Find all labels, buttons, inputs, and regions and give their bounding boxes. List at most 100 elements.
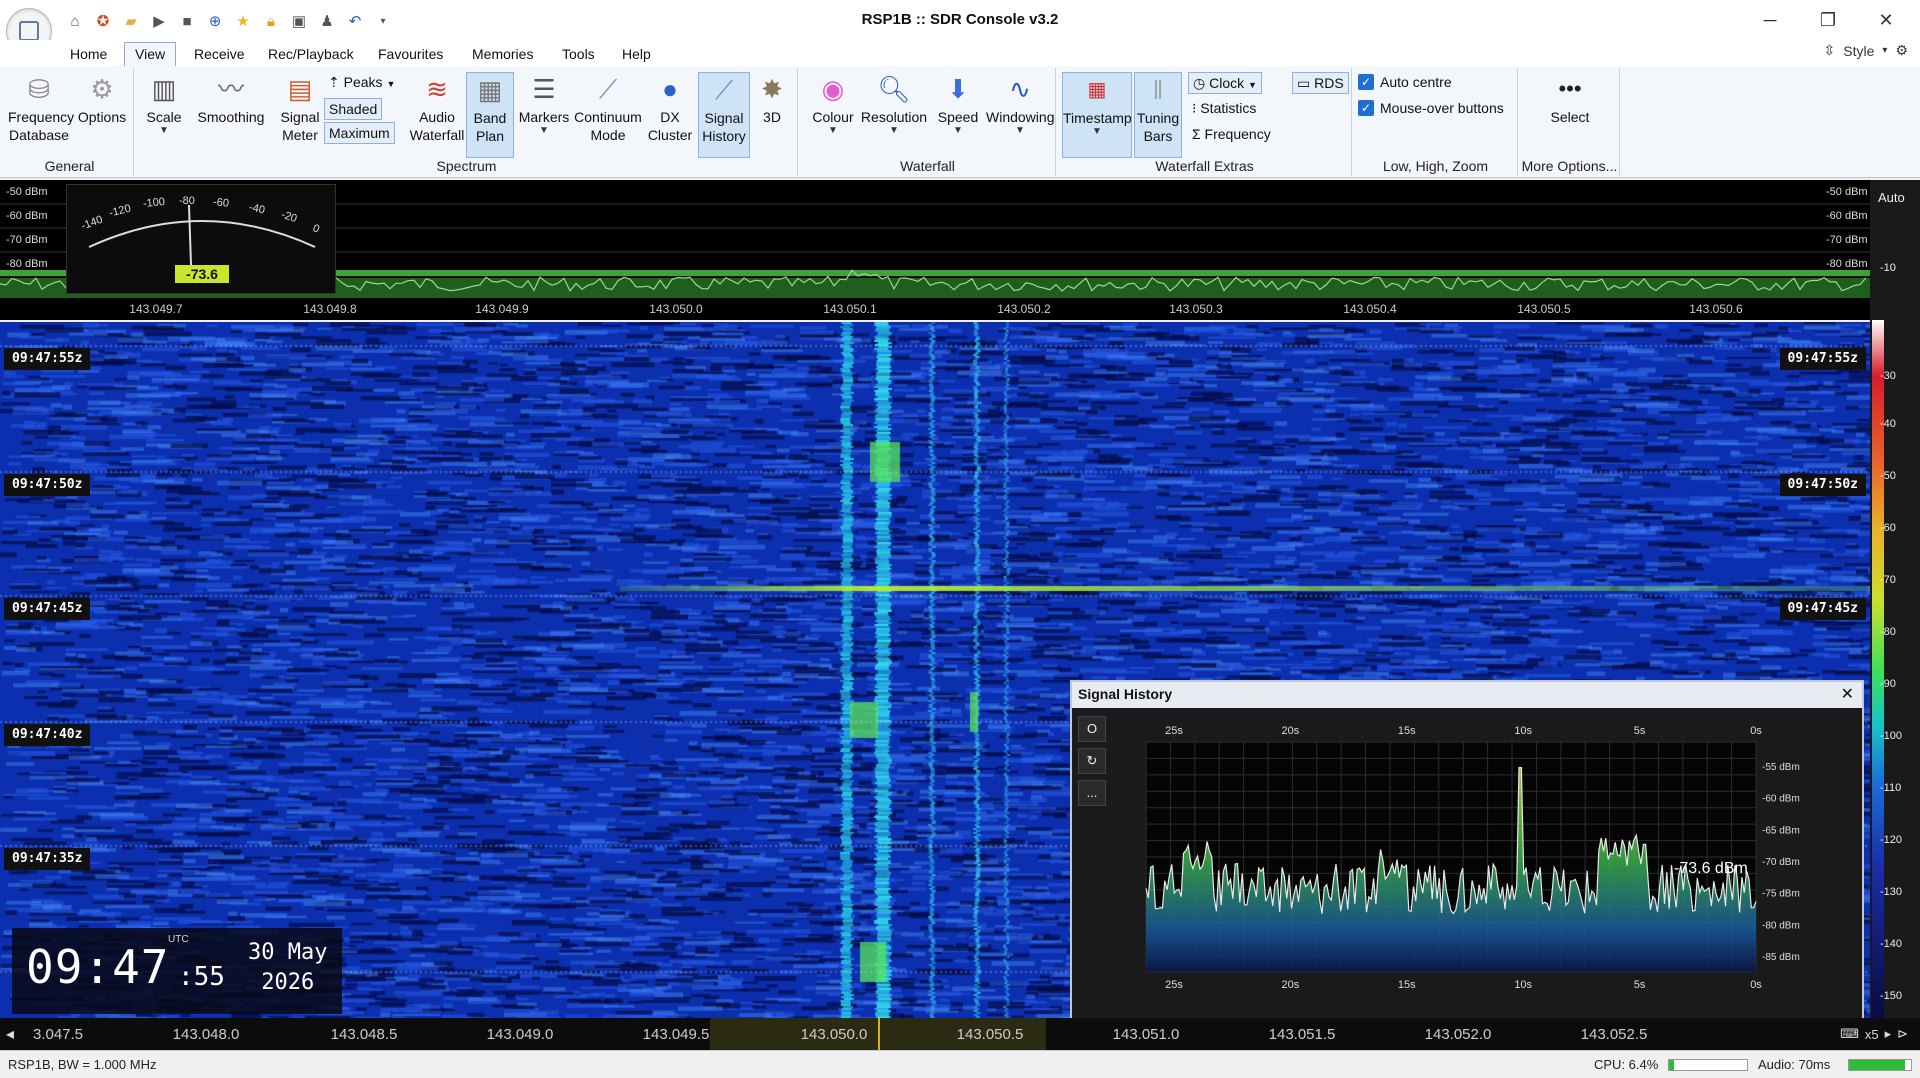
continuum-mode-button[interactable]: ⟋ Continuum Mode [570, 72, 646, 158]
chevron-down-icon: ▼ [539, 125, 549, 136]
chevron-down-icon: ▼ [1248, 80, 1257, 90]
more-options-button[interactable]: ... [1078, 780, 1106, 806]
chevron-down-icon: ▼ [1015, 125, 1025, 136]
frequency-tick: 143.048.5 [330, 1026, 398, 1043]
chevron-down-icon: ▾ [1882, 45, 1888, 56]
style-menu[interactable]: ⇳ Style ▾ ⚙ [1824, 42, 1908, 59]
statistics-icon: ⁝ [1192, 100, 1197, 116]
signal-meter-button[interactable]: ▤ Signal Meter [270, 72, 330, 158]
status-audio: Audio: 70ms [1758, 1057, 1831, 1072]
dbm-axis-label: -85 dBm [1762, 952, 1800, 963]
frequency-tick: 143.052.0 [1424, 1026, 1492, 1043]
scroll-right-icon[interactable]: ⊳ [1897, 1026, 1908, 1042]
markers-button[interactable]: ☰ Markers ▼ [516, 72, 572, 158]
frequency-tick: 143.050.5 [956, 1026, 1024, 1043]
clock-date: 30 May 2026 [248, 938, 327, 998]
tab-favourites[interactable]: Favourites [368, 44, 453, 66]
chevron-down-icon: ▼ [386, 79, 396, 89]
auto-centre-checkbox[interactable]: ✓ Auto centre [1358, 74, 1452, 90]
chevron-down-icon: ▼ [828, 125, 838, 136]
statistics-button[interactable]: ⁝ Statistics [1188, 98, 1260, 120]
group-label-low-high-zoom: Low, High, Zoom [1382, 158, 1489, 174]
resolution-button[interactable]: 🔍︎ Resolution ▼ [858, 72, 930, 158]
mouse-over-buttons-checkbox[interactable]: ✓ Mouse-over buttons [1358, 100, 1504, 116]
check-icon: ✓ [1358, 100, 1374, 116]
timestamp-right: 09:47:50z [1779, 474, 1866, 496]
scale-label: -80 [1880, 626, 1896, 638]
clock-date-year: 2026 [261, 970, 315, 995]
select-button[interactable]: ••• Select [1538, 72, 1602, 158]
scale-button[interactable]: ▥ Scale ▼ [136, 72, 192, 158]
smoothing-button[interactable]: 〰 Smoothing [190, 72, 272, 158]
scale-label: -70 [1880, 574, 1896, 586]
dbm-label-left: -60 dBm [6, 210, 48, 222]
minimize-icon[interactable]: ─ [1750, 6, 1790, 34]
signal-history-icon: ⟋ [714, 75, 734, 105]
dx-cluster-button[interactable]: ● DX Cluster [644, 72, 696, 158]
tab-rec-playback[interactable]: Rec/Playback [258, 44, 364, 66]
group-more-options: ••• Select More Options... [1520, 68, 1620, 176]
frequency-tick: 143.052.5 [1580, 1026, 1648, 1043]
restore-icon[interactable]: ❐ [1808, 6, 1848, 34]
frequency-button[interactable]: Σ Frequency [1188, 124, 1275, 146]
auto-scale-button[interactable]: Auto [1878, 190, 1905, 205]
group-label-waterfall: Waterfall [900, 158, 955, 174]
chevron-right-icon[interactable]: ▸ [1885, 1026, 1892, 1042]
close-icon[interactable]: ✕ [1866, 6, 1906, 34]
group-waterfall: ◉ Colour ▼ 🔍︎ Resolution ▼ ⬇ Speed ▼ ∿ W… [800, 68, 1056, 176]
speed-button[interactable]: ⬇ Speed ▼ [930, 72, 986, 158]
waterfall-frequency-axis[interactable]: ◂ 3.047.5 143.048.0 143.048.5 143.049.0 … [0, 1018, 1920, 1050]
zoom-controls: ⌨ x5 ▸ ⊳ [1840, 1022, 1908, 1046]
tab-help[interactable]: Help [612, 44, 661, 66]
keyboard-icon[interactable]: ⌨ [1840, 1026, 1859, 1042]
signal-history-plot: 25s 25s 20s 20s 15s 15s 10s 10s 5s 5s 0s 0s -55 dBm -… [1145, 725, 1800, 991]
scale-label: -40 [1880, 418, 1896, 430]
check-icon: ✓ [1358, 74, 1374, 90]
time-label-top: 0s [1750, 725, 1762, 737]
3d-icon: ✸ [761, 74, 783, 104]
options-button[interactable]: ⚙ Options [72, 72, 132, 158]
scale-label: -140 [1880, 938, 1903, 950]
gear-icon[interactable]: ⚙ [1895, 42, 1908, 59]
record-button[interactable]: O [1078, 716, 1106, 742]
colour-button[interactable]: ◉ Colour ▼ [804, 72, 862, 158]
tuning-bars-button[interactable]: ‖ Tuning Bars [1134, 72, 1182, 158]
dbm-label-left: -80 dBm [6, 258, 48, 270]
tab-home[interactable]: Home [60, 44, 117, 66]
timestamp-left: 09:47:55z [4, 348, 91, 370]
tab-view[interactable]: View [124, 42, 177, 66]
meter-scale-label: -80 [179, 195, 195, 207]
frequency-tick: 143.051.5 [1268, 1026, 1336, 1043]
signal-history-button[interactable]: ⟋ Signal History [698, 72, 750, 158]
frequency-database-button[interactable]: ⛁ Frequency Database [8, 72, 74, 158]
scroll-left-icon[interactable]: ◂ [6, 1024, 14, 1044]
peaks-button[interactable]: ⇡ Peaks ▼ [324, 72, 399, 94]
audio-waterfall-button[interactable]: ≋ Audio Waterfall [406, 72, 468, 158]
shaded-button[interactable]: Shaded [324, 98, 383, 120]
windowing-button[interactable]: ∿ Windowing ▼ [986, 72, 1054, 158]
scale-label: -120 [1880, 834, 1903, 846]
tuning-marker[interactable] [878, 1018, 880, 1050]
clock-button[interactable]: ◷ Clock ▼ [1188, 72, 1262, 94]
3d-button[interactable]: ✸ 3D [750, 72, 794, 158]
group-general: ⛁ Frequency Database ⚙ Options General [6, 68, 134, 176]
tab-memories[interactable]: Memories [462, 44, 543, 66]
maximum-button[interactable]: Maximum [324, 122, 395, 144]
rds-icon: ▭ [1297, 75, 1311, 91]
chevron-down-icon: ▼ [953, 125, 963, 136]
dbm-axis-label: -60 dBm [1762, 794, 1800, 805]
band-plan-button[interactable]: ▦ Band Plan [466, 72, 514, 158]
sdr-console-window: ⌂ ✪ ▰ ▶ ■ ⊕ ★ 🔒︎ ▣ ♟ ↶ ▾ RSP1B :: SDR Co… [0, 0, 1920, 1078]
tab-tools[interactable]: Tools [552, 44, 605, 66]
zoom-level[interactable]: x5 [1865, 1027, 1879, 1042]
scale-label: -60 [1880, 522, 1896, 534]
close-icon[interactable]: ✕ [1841, 684, 1854, 704]
rds-button[interactable]: ▭ RDS [1292, 72, 1349, 94]
band-plan-icon: ▦ [477, 75, 503, 105]
timestamp-left: 09:47:40z [4, 724, 91, 746]
tab-receive[interactable]: Receive [184, 44, 255, 66]
clock-seconds: :55 [178, 962, 225, 992]
reset-button[interactable]: ↻ [1078, 748, 1106, 774]
timestamp-button[interactable]: ▦ Timestamp ▼ [1062, 72, 1132, 158]
signal-history-titlebar[interactable]: Signal History ✕ [1072, 682, 1862, 708]
